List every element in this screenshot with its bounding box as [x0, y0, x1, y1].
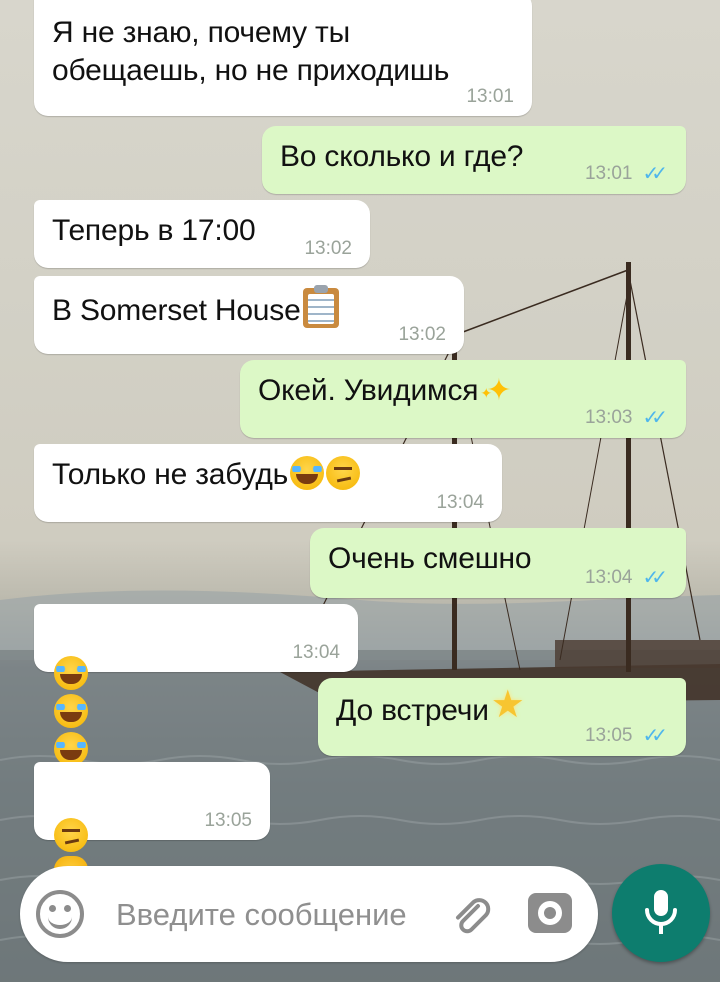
joy-emoji-icon: [54, 656, 88, 690]
read-receipt-icon: ✓✓: [642, 567, 667, 589]
message-meta: 13:05 ✓✓: [585, 723, 668, 748]
message-time: 13:01: [466, 86, 514, 107]
message-meta: 13:01 ✓✓: [585, 161, 668, 186]
message-time: 13:04: [584, 566, 633, 588]
message-composer: [20, 866, 598, 962]
message-bubble-outgoing[interactable]: Во сколько и где? 13:01 ✓✓: [262, 126, 686, 194]
message-text: В Somerset House: [52, 285, 446, 330]
message-text: Я не знаю, почему ты обещаешь, но не при…: [52, 16, 450, 87]
message-bubble-incoming[interactable]: 13:05: [34, 762, 270, 928]
message-time: 13:01: [584, 162, 633, 184]
message-bubble-incoming[interactable]: Я не знаю, почему ты обещаешь, но не при…: [34, 0, 532, 116]
message-bubble-incoming[interactable]: В Somerset House 13:02: [34, 276, 464, 354]
message-time: 13:05: [204, 810, 252, 831]
smirk-emoji-icon: [326, 456, 361, 490]
message-text: Только не забудь: [52, 456, 484, 494]
smirk-emoji-icon: [54, 818, 88, 852]
message-bubble-outgoing[interactable]: Окей. Увидимся 13:03 ✓✓: [240, 360, 686, 438]
paperclip-icon[interactable]: [448, 892, 492, 936]
read-receipt-icon: ✓✓: [642, 725, 667, 747]
glowing-star-emoji-icon: [491, 686, 527, 726]
joy-emoji-icon: [54, 732, 88, 766]
read-receipt-icon: ✓✓: [642, 407, 667, 429]
message-time: 13:03: [584, 406, 633, 428]
message-meta: 13:03 ✓✓: [585, 405, 668, 430]
message-bubble-outgoing[interactable]: До встречи 13:05 ✓✓: [318, 678, 686, 756]
message-bubble-incoming[interactable]: 13:04: [34, 604, 358, 842]
joy-emoji-icon: [54, 694, 88, 728]
message-bubble-incoming[interactable]: Только не забудь 13:04: [34, 444, 502, 522]
joy-emoji-icon: [290, 456, 325, 490]
microphone-icon: [645, 890, 677, 934]
camera-icon[interactable]: [528, 893, 572, 933]
clipboard-emoji-icon: [302, 285, 339, 328]
message-input[interactable]: [114, 888, 458, 942]
sparkles-emoji-icon: [480, 372, 512, 412]
smile-icon[interactable]: [36, 890, 84, 938]
message-time: 13:04: [436, 492, 484, 513]
message-bubble-incoming[interactable]: Теперь в 17:00 13:02: [34, 200, 370, 268]
message-time: 13:05: [584, 724, 633, 746]
voice-message-button[interactable]: [612, 864, 710, 962]
message-bubble-outgoing[interactable]: Очень смешно 13:04 ✓✓: [310, 528, 686, 598]
message-time: 13:02: [304, 238, 352, 259]
read-receipt-icon: ✓✓: [642, 163, 667, 185]
message-time: 13:02: [398, 324, 446, 345]
message-time: 13:04: [292, 642, 340, 663]
message-meta: 13:04 ✓✓: [585, 565, 668, 590]
